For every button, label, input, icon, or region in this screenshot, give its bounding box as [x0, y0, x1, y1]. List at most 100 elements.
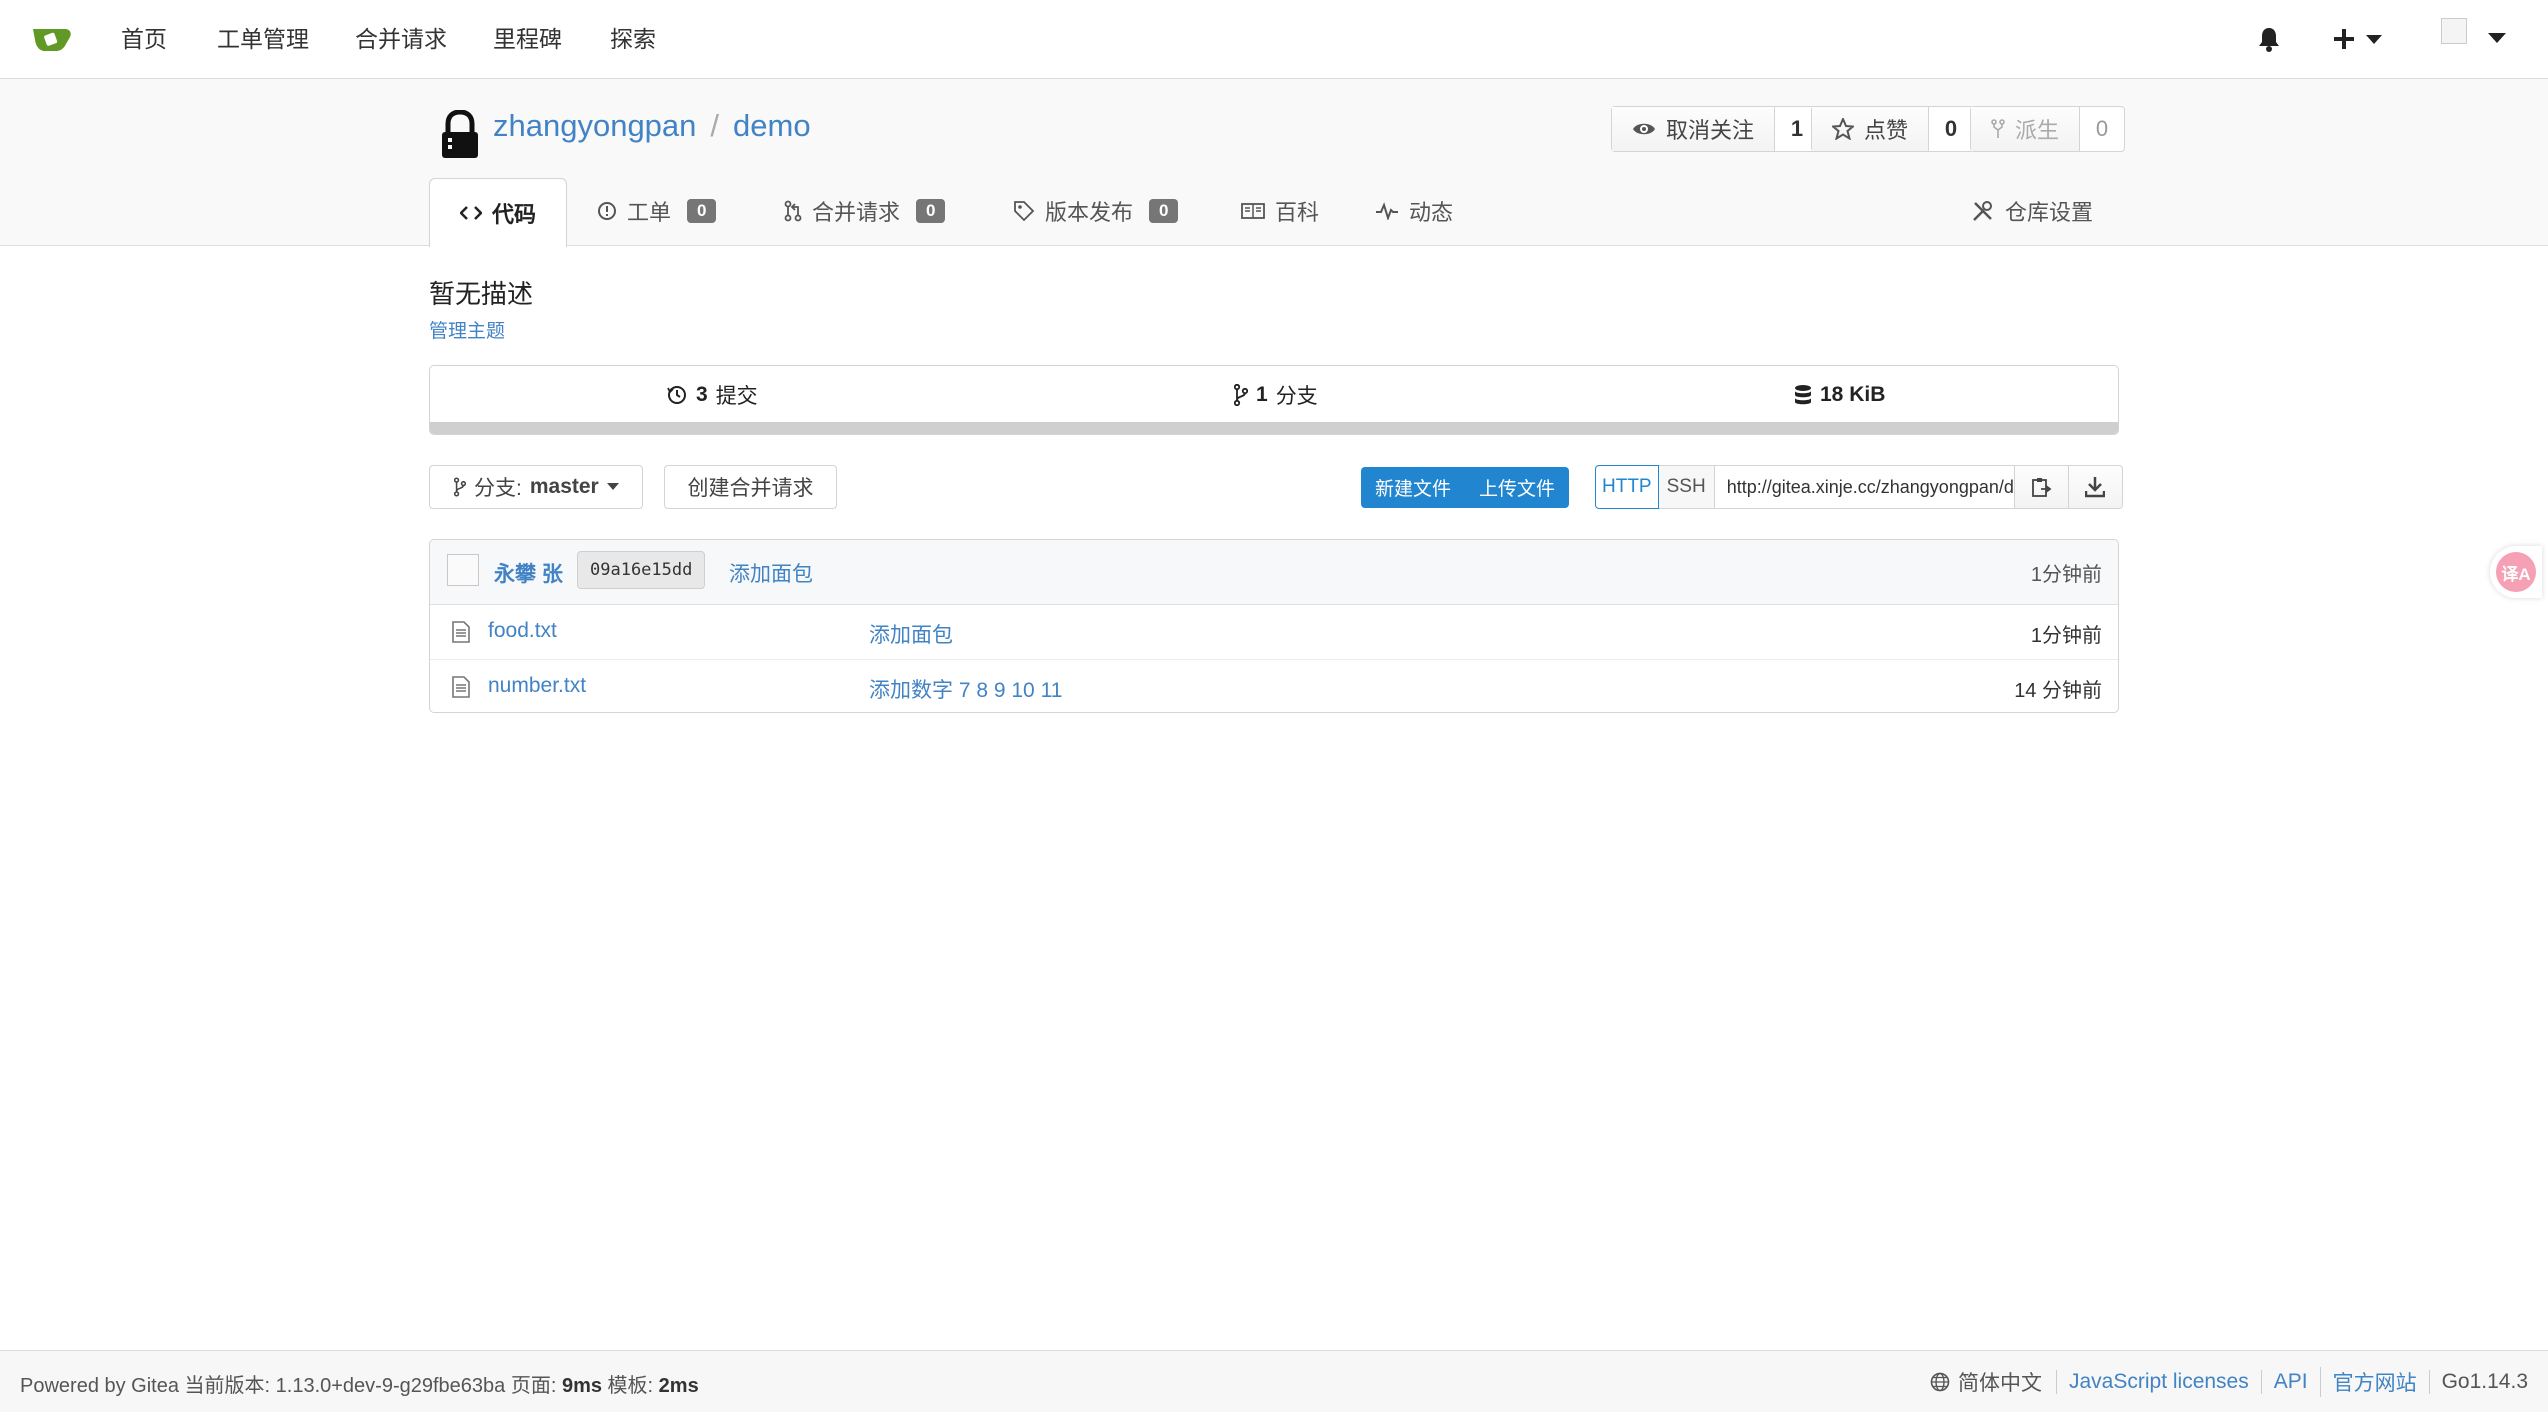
star-group: 点赞 0: [1811, 106, 1975, 152]
branches-label: 分支: [1275, 385, 1318, 408]
star-button[interactable]: 点赞: [1812, 107, 1930, 151]
branches-count: 1: [1256, 383, 1268, 406]
tab-releases-label: 版本发布: [1045, 200, 1134, 225]
branch-prefix: 分支:: [474, 477, 522, 500]
tab-wiki[interactable]: 百科: [1241, 178, 1319, 244]
clone-panel: HTTP SSH http://gitea.xinje.cc/zhangyong…: [1595, 465, 2123, 509]
fork-icon: [1991, 119, 2005, 138]
file-actions-group: 新建文件 上传文件: [1361, 467, 1570, 508]
commit-message[interactable]: 添加面包: [729, 558, 813, 588]
history-icon: [667, 386, 686, 404]
unwatch-button[interactable]: 取消关注: [1612, 107, 1776, 151]
translate-widget[interactable]: 译A: [2490, 546, 2542, 598]
repo-description: 暂无描述: [429, 279, 534, 309]
commit-time: 1分钟前: [2030, 564, 2102, 586]
api-link[interactable]: API: [2260, 1370, 2320, 1394]
nav-milestones[interactable]: 里程碑: [493, 22, 562, 56]
nav-home[interactable]: 首页: [121, 22, 167, 56]
clone-http-button[interactable]: HTTP: [1595, 465, 1659, 509]
new-file-button[interactable]: 新建文件: [1361, 467, 1466, 508]
file-commit-message-link[interactable]: 添加面包: [869, 619, 953, 649]
file-table: 永攀 张 09a16e15dd 添加面包 1分钟前 food.txt 添加面包 …: [429, 539, 2119, 713]
tab-issues[interactable]: 工单 0: [597, 178, 717, 244]
nav-issues[interactable]: 工单管理: [217, 22, 309, 56]
language-label: 简体中文: [1957, 1372, 2042, 1395]
tab-pull-requests-label: 合并请求: [812, 200, 901, 225]
tab-activity-label: 动态: [1409, 200, 1454, 225]
page-render-time: 9ms: [561, 1375, 602, 1397]
repo-stats-bar: 3 提交 1 分支 18 KiB: [429, 365, 2119, 435]
file-commit-message-link[interactable]: 添加数字 7 8 9 10 11: [869, 674, 1062, 704]
tab-code[interactable]: 代码: [429, 178, 568, 247]
file-name-link[interactable]: food.txt: [488, 619, 557, 643]
fork-button[interactable]: 派生: [1971, 107, 2081, 151]
nav-pull-requests[interactable]: 合并请求: [355, 22, 447, 56]
bell-icon[interactable]: [2258, 26, 2280, 52]
language-stats-bar: [430, 422, 2118, 434]
file-commit-time: 14 分钟前: [2014, 680, 2102, 702]
create-new-dropdown-icon[interactable]: [2334, 28, 2386, 50]
unwatch-label: 取消关注: [1666, 118, 1755, 143]
commits-stat[interactable]: 3 提交: [666, 380, 758, 410]
book-icon: [1241, 203, 1265, 219]
tab-settings[interactable]: 仓库设置: [1971, 178, 2093, 244]
copy-clone-url-button[interactable]: [2014, 465, 2069, 509]
commit-author-avatar[interactable]: [447, 554, 479, 586]
repo-title-separator: /: [710, 108, 720, 143]
manage-topics-link[interactable]: 管理主题: [429, 316, 505, 343]
nav-explore[interactable]: 探索: [610, 22, 656, 56]
download-archive-button[interactable]: [2068, 465, 2123, 509]
repo-owner-link[interactable]: zhangyongpan: [493, 108, 696, 143]
tab-settings-label: 仓库设置: [2005, 200, 2094, 225]
eye-icon: [1633, 123, 1655, 135]
tab-activity[interactable]: 动态: [1375, 178, 1453, 244]
table-row: number.txt 添加数字 7 8 9 10 11 14 分钟前: [430, 659, 2118, 714]
pulls-count-badge: 0: [916, 199, 946, 223]
chevron-down-icon[interactable]: [2488, 33, 2506, 44]
tab-wiki-label: 百科: [1275, 200, 1320, 225]
create-pull-request-button[interactable]: 创建合并请求: [664, 465, 837, 509]
file-commit-time: 1分钟前: [2030, 625, 2102, 647]
translate-icon: 译A: [2496, 552, 2536, 592]
avatar[interactable]: [2441, 18, 2467, 44]
tab-code-label: 代码: [492, 202, 537, 227]
footer-version-info: Powered by Gitea 当前版本: 1.13.0+dev-9-g29f…: [20, 1369, 699, 1398]
tab-pull-requests[interactable]: 合并请求 0: [784, 178, 946, 244]
fork-count[interactable]: 0: [2080, 107, 2124, 151]
upload-file-button[interactable]: 上传文件: [1465, 467, 1570, 508]
tools-icon: [1973, 201, 1992, 221]
gitea-logo-icon[interactable]: [30, 22, 74, 56]
clone-ssh-button[interactable]: SSH: [1658, 465, 1715, 509]
go-version: Go1.14.3: [2428, 1370, 2528, 1394]
star-count[interactable]: 0: [1929, 107, 1973, 151]
size-stat: 18 KiB: [1794, 380, 1885, 410]
branches-stat[interactable]: 1 分支: [1234, 380, 1318, 410]
top-navbar: 首页 工单管理 合并请求 里程碑 探索: [0, 0, 2548, 79]
git-branch-icon: [454, 477, 466, 497]
commits-label: 提交: [715, 385, 758, 408]
js-licenses-link[interactable]: JavaScript licenses: [2055, 1370, 2261, 1394]
template-label: 模板:: [601, 1375, 659, 1397]
pulse-icon: [1376, 202, 1398, 220]
latest-commit-row: 永攀 张 09a16e15dd 添加面包 1分钟前: [430, 540, 2118, 605]
language-selector[interactable]: 简体中文: [1930, 1367, 2056, 1397]
releases-count-badge: 0: [1149, 199, 1179, 223]
caret-down-icon: [606, 483, 619, 490]
tab-releases[interactable]: 版本发布 0: [1013, 178, 1179, 244]
tab-issues-label: 工单: [627, 200, 672, 225]
commits-count: 3: [696, 383, 708, 406]
database-icon: [1795, 385, 1811, 405]
official-website-link[interactable]: 官方网站: [2319, 1367, 2429, 1397]
file-name-link[interactable]: number.txt: [488, 674, 586, 698]
star-label: 点赞: [1864, 118, 1909, 143]
git-branch-icon: [1234, 384, 1248, 406]
repo-name-link[interactable]: demo: [733, 108, 811, 143]
issue-opened-icon: [598, 202, 616, 220]
clone-url-input[interactable]: http://gitea.xinje.cc/zhangyongpan/demo.…: [1714, 465, 2015, 509]
commit-author[interactable]: 永攀 张: [494, 558, 563, 588]
branch-name: master: [529, 475, 599, 498]
branch-selector[interactable]: 分支: master: [429, 465, 643, 509]
commit-sha-button[interactable]: 09a16e15dd: [577, 551, 706, 589]
watch-group: 取消关注 1: [1611, 106, 1821, 152]
template-render-time: 2ms: [658, 1375, 699, 1397]
